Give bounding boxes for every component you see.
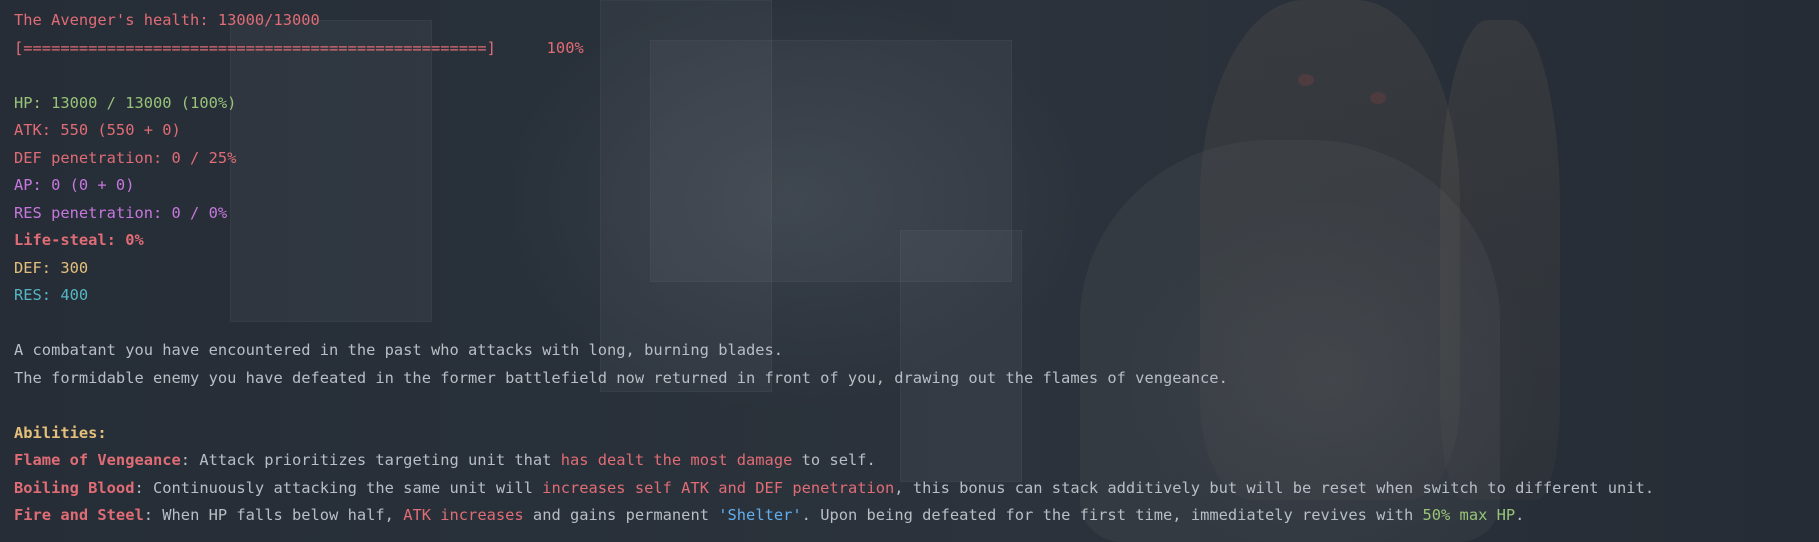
ability-text: . Upon being defeated for the first time… [801, 506, 1423, 524]
health-bar-track: [=======================================… [14, 38, 496, 57]
ability-text: to self. [792, 451, 876, 469]
terminal-output: The Avenger's health: 13000/13000 [=====… [14, 7, 1811, 542]
stat-atk: ATK: 550 (550 + 0) [14, 121, 181, 139]
stat-hp-label: HP: [14, 93, 52, 112]
stat-hp: HP: 13000 / 13000 (100%) [14, 90, 1811, 118]
stat-def-label: DEF: [14, 258, 61, 277]
stat-def-penetration: DEF penetration: 0 / 25% [14, 148, 237, 167]
ability-text: : Continuously attacking the same unit w… [134, 478, 543, 497]
ability-highlight: ATK increases [403, 506, 524, 524]
ability-text: : When HP falls below half, [143, 506, 404, 524]
description-line-2: The formidable enemy you have defeated i… [14, 368, 1228, 387]
ability-text: and gains permanent [523, 506, 719, 524]
health-bar: [=======================================… [14, 35, 1811, 63]
stat-def-value: 300 [60, 258, 89, 277]
ability-text: , this bonus can stack additively but wi… [894, 478, 1655, 497]
stat-hp-value: 13000 / 13000 (100%) [51, 93, 237, 112]
stat-lifesteal: Life-steal: 0% [14, 231, 144, 249]
ability-flame-of-vengeance: Flame of Vengeance: Attack prioritizes t… [14, 447, 1811, 475]
ability-name: Fire and Steel [14, 506, 144, 524]
stat-ap: AP: 0 (0 + 0) [14, 176, 135, 194]
stat-res-penetration: RES penetration: 0 / 0% [14, 203, 228, 222]
ability-highlight-revive: 50% max HP [1422, 506, 1516, 524]
ability-text: : Attack prioritizes targeting unit that [180, 451, 561, 469]
ability-name: Flame of Vengeance [14, 451, 181, 469]
stat-def: DEF: 300 [14, 255, 1811, 283]
description-line-1: A combatant you have encountered in the … [14, 341, 784, 359]
stat-res: RES: 400 [14, 282, 1811, 310]
health-title: The Avenger's health: 13000/13000 [14, 11, 320, 29]
ability-fire-and-steel: Fire and Steel: When HP falls below half… [14, 502, 1811, 530]
ability-highlight: has dealt the most damage [560, 451, 793, 469]
stat-res-value: 400 [60, 286, 89, 304]
abilities-heading: Abilities: [14, 423, 107, 442]
health-percent: 100% [546, 38, 584, 57]
ability-text: . [1515, 506, 1525, 524]
ability-highlight-shelter: 'Shelter' [718, 506, 802, 524]
stat-res-label: RES: [14, 286, 61, 304]
ability-boiling-blood: Boiling Blood: Continuously attacking th… [14, 475, 1811, 503]
ability-name: Boiling Blood [14, 478, 135, 497]
ability-highlight: increases self ATK and DEF penetration [542, 478, 895, 497]
